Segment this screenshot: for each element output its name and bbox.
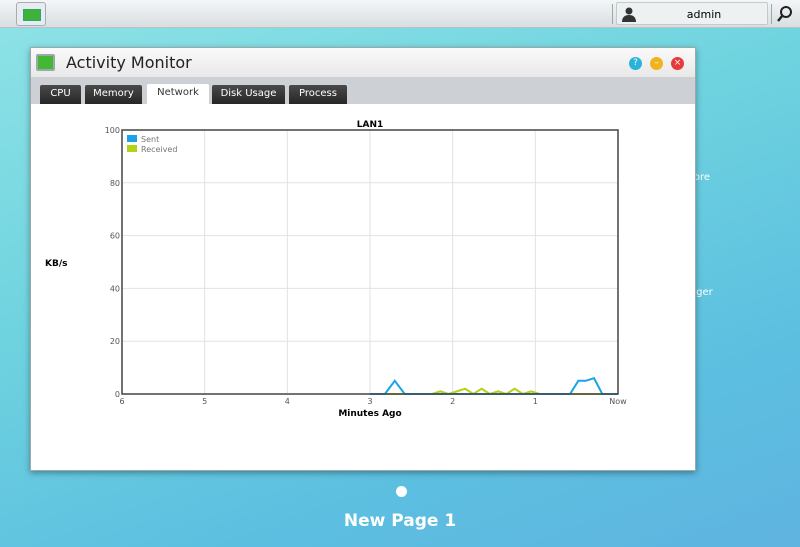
divider — [771, 4, 772, 24]
activity-monitor-window: Activity Monitor ? – × CPU Memory Networ… — [30, 47, 696, 471]
page-indicator-dot[interactable] — [396, 486, 407, 497]
minimize-button[interactable]: – — [650, 57, 663, 70]
desktop-page-caption: New Page 1 — [343, 511, 457, 531]
activity-monitor-taskbar-button[interactable] — [16, 2, 46, 26]
help-button[interactable]: ? — [629, 57, 642, 70]
title-bar[interactable]: Activity Monitor ? – × — [31, 48, 695, 77]
search-icon[interactable] — [776, 5, 794, 23]
activity-monitor-icon — [36, 54, 55, 71]
tab-network[interactable]: Network — [147, 84, 209, 104]
divider — [612, 4, 613, 24]
tab-memory[interactable]: Memory — [85, 85, 142, 104]
close-button[interactable]: × — [671, 57, 684, 70]
activity-monitor-icon — [23, 9, 41, 21]
user-menu[interactable]: admin — [616, 2, 768, 25]
tab-process[interactable]: Process — [289, 85, 347, 104]
tab-disk-usage[interactable]: Disk Usage — [212, 85, 285, 104]
user-icon — [622, 7, 636, 22]
tab-bar: CPU Memory Network Disk Usage Process — [31, 77, 695, 104]
tab-cpu[interactable]: CPU — [40, 85, 81, 104]
taskbar: admin — [0, 0, 800, 28]
window-title: Activity Monitor — [66, 53, 192, 72]
username: admin — [686, 8, 722, 21]
